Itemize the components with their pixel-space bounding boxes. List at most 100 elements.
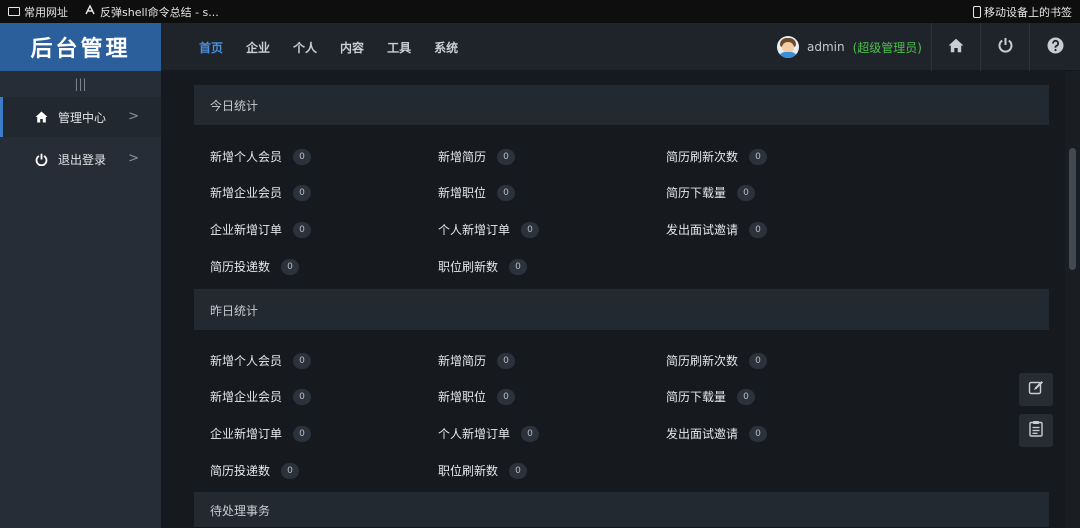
bookmark-label: 移动设备上的书签 <box>984 5 1072 19</box>
logo[interactable]: 后台管理 <box>0 23 161 71</box>
stat-badge: 0 <box>497 148 516 165</box>
logout-button[interactable] <box>980 23 1029 71</box>
user-name: admin <box>807 40 845 54</box>
stat-badge: 0 <box>737 184 756 201</box>
stat-label: 新增企业会员 <box>210 390 283 404</box>
stat-label: 新增职位 <box>438 186 487 200</box>
stat-label: 新增简历 <box>438 354 487 368</box>
stat-label: 简历下载量 <box>666 390 727 404</box>
chevron-right-icon: > <box>128 151 139 166</box>
stat-badge: 0 <box>497 388 516 405</box>
stat-item: 简历刷新次数 0 <box>666 352 768 369</box>
stat-item: 新增简历 0 <box>438 148 516 165</box>
nav-content[interactable]: 内容 <box>340 39 364 56</box>
stat-badge: 0 <box>293 184 312 201</box>
section-header-yesterday: 昨日统计 <box>194 290 1049 331</box>
home-icon <box>34 110 48 124</box>
nav-personal[interactable]: 个人 <box>293 39 317 56</box>
sidebar-item-label: 管理中心 <box>58 110 107 125</box>
stat-label: 职位刷新数 <box>438 260 499 274</box>
scrollbar-thumb[interactable] <box>1069 148 1076 270</box>
sidebar-item-admin-center[interactable]: 管理中心 > <box>0 97 161 137</box>
stat-item: 新增个人会员 0 <box>210 148 312 165</box>
main-content: 今日统计 新增个人会员 0 新增简历 0 简历刷新次数 0 新增企业会员 0 新增职位 0… <box>161 71 1080 528</box>
help-button[interactable] <box>1029 23 1080 71</box>
section-title: 待处理事务 <box>210 503 271 518</box>
stat-label: 个人新增订单 <box>438 223 511 237</box>
stat-badge: 0 <box>281 258 300 275</box>
power-icon <box>998 37 1013 57</box>
edit-button[interactable] <box>1019 373 1053 406</box>
stat-label: 新增职位 <box>438 390 487 404</box>
user-info[interactable]: admin (超级管理员) <box>777 23 922 71</box>
avatar <box>777 36 799 58</box>
bookmark-common-sites[interactable]: 常用网址 <box>8 4 68 20</box>
stat-badge: 0 <box>293 352 312 369</box>
stat-item: 发出面试邀请 0 <box>666 221 768 238</box>
nav-tools[interactable]: 工具 <box>387 39 411 56</box>
stat-badge: 0 <box>749 352 768 369</box>
stat-label: 个人新增订单 <box>438 427 511 441</box>
stat-label: 简历刷新次数 <box>666 150 739 164</box>
help-icon <box>1047 37 1064 58</box>
stat-item: 职位刷新数 0 <box>438 462 528 479</box>
sidebar-item-label: 退出登录 <box>58 152 107 167</box>
stat-label: 新增个人会员 <box>210 354 283 368</box>
stat-item: 简历下载量 0 <box>666 388 756 405</box>
sidebar: 后台管理 ||| 管理中心 > 退出登录 > <box>0 23 161 528</box>
stat-badge: 0 <box>293 425 312 442</box>
stat-label: 发出面试邀请 <box>666 427 739 441</box>
top-navigation-bar: 首页 企业 个人 内容 工具 系统 admin (超级管理员) <box>161 23 1080 71</box>
stat-label: 发出面试邀请 <box>666 223 739 237</box>
bookmarks-bar: 常用网址 反弹shell命令总结 - s... 移动设备上的书签 <box>0 0 1080 23</box>
nav-home[interactable]: 首页 <box>199 39 223 56</box>
stat-badge: 0 <box>509 462 528 479</box>
stat-item: 新增个人会员 0 <box>210 352 312 369</box>
stat-item: 简历刷新次数 0 <box>666 148 768 165</box>
clipboard-button[interactable] <box>1019 414 1053 447</box>
stat-item: 新增简历 0 <box>438 352 516 369</box>
stat-badge: 0 <box>521 221 540 238</box>
stat-item: 新增企业会员 0 <box>210 388 312 405</box>
stat-item: 简历投递数 0 <box>210 462 300 479</box>
bookmark-shell-notes[interactable]: 反弹shell命令总结 - s... <box>84 4 219 20</box>
bookmark-mobile[interactable]: 移动设备上的书签 <box>973 0 1072 23</box>
stat-badge: 0 <box>293 221 312 238</box>
stat-item: 简历投递数 0 <box>210 258 300 275</box>
sidebar-item-logout[interactable]: 退出登录 > <box>0 139 161 179</box>
home-button[interactable] <box>931 23 980 71</box>
section-title: 今日统计 <box>210 98 259 113</box>
nav-enterprise[interactable]: 企业 <box>246 39 270 56</box>
section-title: 昨日统计 <box>210 303 259 318</box>
stat-item: 企业新增订单 0 <box>210 221 312 238</box>
sidebar-toggle-button[interactable]: ||| <box>0 71 161 97</box>
stat-label: 简历投递数 <box>210 464 271 478</box>
stat-badge: 0 <box>509 258 528 275</box>
scrollbar-track[interactable] <box>1065 71 1080 528</box>
stat-item: 发出面试邀请 0 <box>666 425 768 442</box>
stat-label: 企业新增订单 <box>210 223 283 237</box>
stat-label: 简历刷新次数 <box>666 354 739 368</box>
logo-text: 后台管理 <box>30 37 131 62</box>
stat-item: 新增职位 0 <box>438 388 516 405</box>
stat-item: 个人新增订单 0 <box>438 221 540 238</box>
stat-item: 简历下载量 0 <box>666 184 756 201</box>
nav-system[interactable]: 系统 <box>434 39 458 56</box>
stat-badge: 0 <box>293 388 312 405</box>
stat-label: 新增个人会员 <box>210 150 283 164</box>
clipboard-icon <box>1029 420 1043 441</box>
site-icon <box>84 4 96 19</box>
home-icon <box>948 38 964 57</box>
stat-label: 企业新增订单 <box>210 427 283 441</box>
edit-icon <box>1028 380 1044 400</box>
stat-label: 简历下载量 <box>666 186 727 200</box>
stat-badge: 0 <box>737 388 756 405</box>
stat-label: 新增简历 <box>438 150 487 164</box>
bookmark-label: 常用网址 <box>24 5 68 19</box>
stat-badge: 0 <box>293 148 312 165</box>
stat-badge: 0 <box>497 352 516 369</box>
mobile-icon <box>973 5 981 18</box>
stat-badge: 0 <box>521 425 540 442</box>
stat-badge: 0 <box>749 221 768 238</box>
stat-item: 个人新增订单 0 <box>438 425 540 442</box>
